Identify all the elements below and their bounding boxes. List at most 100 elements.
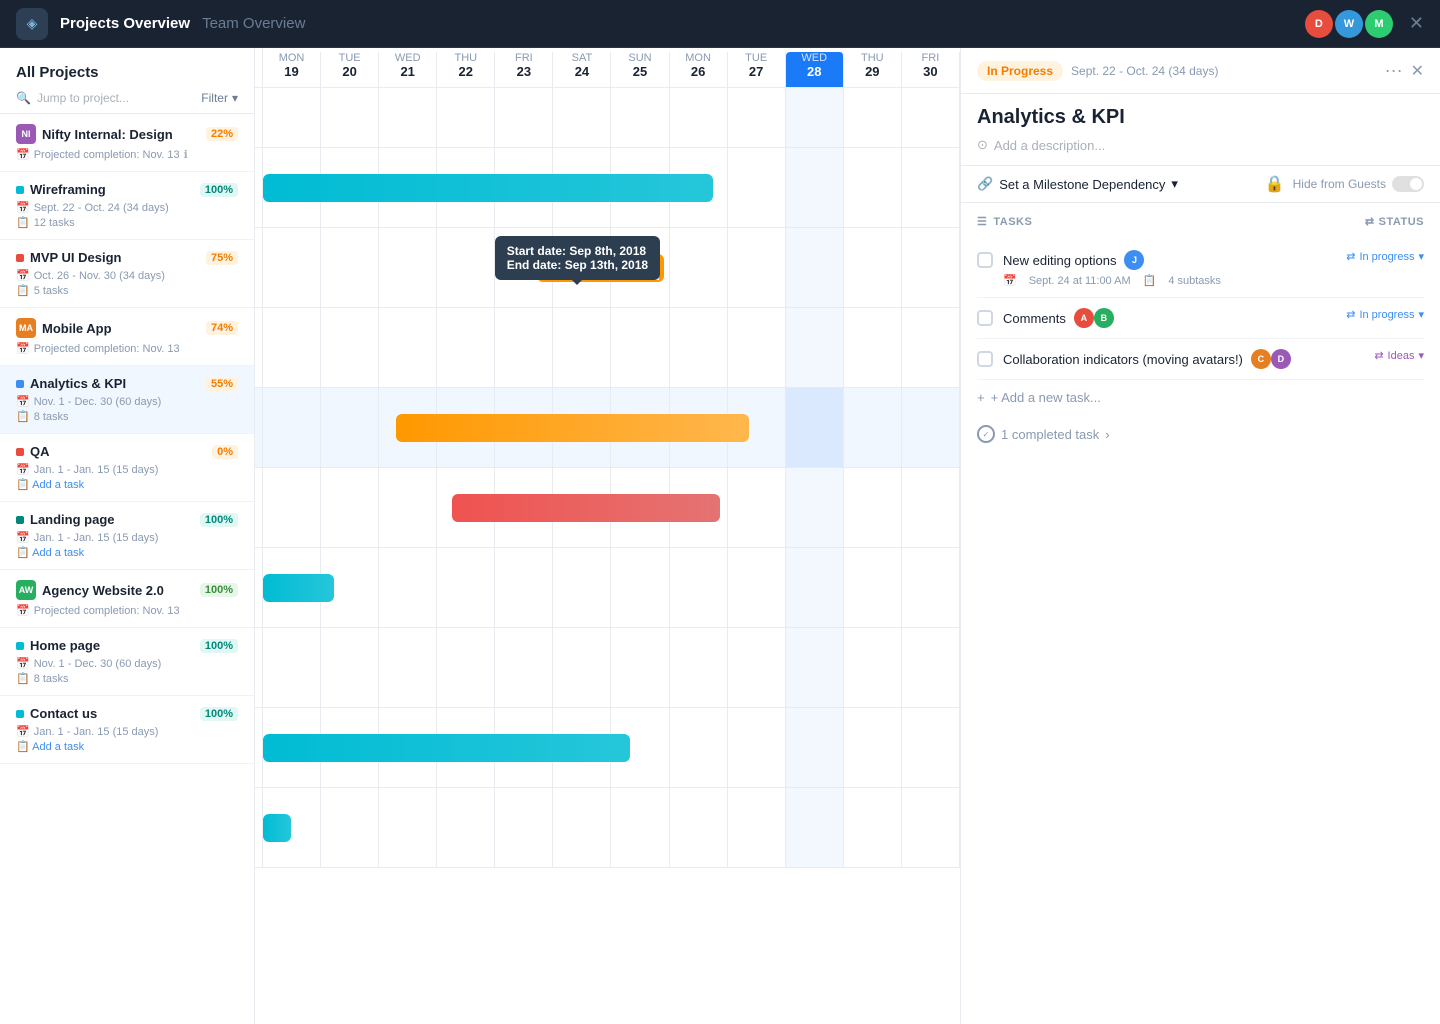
project-item-contact[interactable]: Contact us 100% 📅Jan. 1 - Jan. 15 (15 da… xyxy=(0,696,254,764)
project-badge xyxy=(16,254,24,262)
task-checkbox[interactable] xyxy=(977,310,993,326)
project-item-mobile[interactable]: MA Mobile App 74% 📅Projected completion:… xyxy=(0,308,254,366)
panel-description[interactable]: ⊙ Add a description... xyxy=(961,133,1440,165)
lock-icon: 🔒 xyxy=(1265,174,1285,194)
status-icon: ⇄ xyxy=(1365,215,1375,228)
project-item-landing[interactable]: Landing page 100% 📅Jan. 1 - Jan. 15 (15 … xyxy=(0,502,254,570)
tooltip-start-label: Start date: Sep 8th, 2018 xyxy=(507,244,648,258)
avatar-group: D W M xyxy=(1305,10,1393,38)
analytics-bar[interactable] xyxy=(396,414,749,442)
qa-bar[interactable] xyxy=(452,494,720,522)
project-meta: 📅Projected completion: Nov. 13 ℹ xyxy=(16,148,238,161)
projects-list: NI Nifty Internal: Design 22% 📅Projected… xyxy=(0,114,254,1024)
project-name: Agency Website 2.0 xyxy=(42,583,164,598)
project-pct: 75% xyxy=(206,251,238,265)
project-name: Landing page xyxy=(30,512,115,527)
gantt-row-homepage xyxy=(255,708,960,788)
panel-title: Analytics & KPI xyxy=(961,94,1440,133)
chevron-down-icon: ▾ xyxy=(1418,349,1424,362)
plus-icon: + xyxy=(977,390,985,405)
task-checkbox[interactable] xyxy=(977,351,993,367)
panel-close-icon[interactable]: ✕ xyxy=(1411,61,1424,81)
task-avatars: A B xyxy=(1074,308,1114,328)
project-tasks: 📋5 tasks xyxy=(16,284,238,297)
project-meta: 📅Jan. 1 - Jan. 15 (15 days) xyxy=(16,725,238,738)
app-logo: ◈ xyxy=(16,8,48,40)
hide-guests-toggle[interactable] xyxy=(1392,176,1424,192)
project-pct: 74% xyxy=(206,321,238,335)
sidebar-header: All Projects 🔍 Jump to project... Filter… xyxy=(0,48,254,114)
project-item-mvp[interactable]: MVP UI Design 75% 📅Oct. 26 - Nov. 30 (34… xyxy=(0,240,254,308)
project-name: Contact us xyxy=(30,706,97,721)
gantt-row-ni xyxy=(255,88,960,148)
avatar-m: M xyxy=(1365,10,1393,38)
panel-topbar-right: ··· ✕ xyxy=(1385,60,1424,81)
project-add-task[interactable]: 📋 Add a task xyxy=(16,740,238,753)
subtask-icon: 📋 xyxy=(1143,274,1157,287)
project-item-homepage[interactable]: Home page 100% 📅Nov. 1 - Dec. 30 (60 day… xyxy=(0,628,254,696)
project-add-task[interactable]: 📋 Add a task xyxy=(16,478,238,491)
project-item-agency[interactable]: AW Agency Website 2.0 100% 📅Projected co… xyxy=(0,570,254,628)
project-badge: NI xyxy=(16,124,36,144)
gantt-day-wed21: WED21 xyxy=(379,52,437,87)
homepage-bar[interactable] xyxy=(263,734,630,762)
gantt-day-thu29: THU29 xyxy=(844,52,902,87)
task-checkbox[interactable] xyxy=(977,252,993,268)
task-status-editing[interactable]: ⇄ In progress ▾ xyxy=(1346,250,1424,263)
project-meta: 📅Jan. 1 - Jan. 15 (15 days) xyxy=(16,531,238,544)
app-title: Projects Overview xyxy=(60,15,190,32)
status-badge[interactable]: In Progress xyxy=(977,61,1063,81)
wireframing-bar[interactable] xyxy=(263,174,713,202)
project-badge xyxy=(16,448,24,456)
milestone-dependency[interactable]: 🔗 Set a Milestone Dependency ▾ xyxy=(977,176,1178,192)
project-meta: 📅Nov. 1 - Dec. 30 (60 days) xyxy=(16,657,238,670)
project-search[interactable]: 🔍 Jump to project... xyxy=(16,91,129,105)
gantt-day-mon19: MON19 xyxy=(263,52,321,87)
gantt-row-mvp: Start date: Sep 8th, 2018 End date: Sep … xyxy=(255,228,960,308)
status-col-label: ⇄ STATUS xyxy=(1365,215,1424,228)
project-item-ni[interactable]: NI Nifty Internal: Design 22% 📅Projected… xyxy=(0,114,254,172)
chevron-down-icon: ▾ xyxy=(1418,250,1424,263)
topbar-left: ◈ Projects Overview Team Overview xyxy=(16,8,305,40)
panel-topbar-left: In Progress Sept. 22 - Oct. 24 (34 days) xyxy=(977,61,1218,81)
project-name: Nifty Internal: Design xyxy=(42,127,173,142)
project-pct: 100% xyxy=(200,183,238,197)
project-pct: 100% xyxy=(200,707,238,721)
project-item-qa[interactable]: QA 0% 📅Jan. 1 - Jan. 15 (15 days) 📋 Add … xyxy=(0,434,254,502)
chevron-down-icon: ▾ xyxy=(1418,308,1424,321)
hide-guests-label: Hide from Guests xyxy=(1293,176,1424,192)
project-meta: 📅Jan. 1 - Jan. 15 (15 days) xyxy=(16,463,238,476)
main-content: All Projects 🔍 Jump to project... Filter… xyxy=(0,48,1440,1024)
close-icon[interactable]: ✕ xyxy=(1409,13,1424,34)
avatar-d: D xyxy=(1305,10,1333,38)
landing-bar[interactable] xyxy=(263,574,334,602)
tasks-section: ☰ TASKS ⇄ STATUS New editing options J xyxy=(961,203,1440,465)
task-name: New editing options J xyxy=(1003,250,1336,270)
contact-bar[interactable] xyxy=(263,814,291,842)
task-avatar-a: A xyxy=(1074,308,1094,328)
gantt-header: MON19 TUE20 WED21 THU22 FRI23 SAT24 SUN2… xyxy=(255,48,960,88)
add-task-row[interactable]: + + Add a new task... xyxy=(977,380,1424,415)
project-badge xyxy=(16,516,24,524)
team-overview-link[interactable]: Team Overview xyxy=(202,15,305,32)
completed-task-row[interactable]: ✓ 1 completed task › xyxy=(977,415,1424,453)
task-avatar: J xyxy=(1124,250,1144,270)
filter-button[interactable]: Filter ▾ xyxy=(201,91,238,105)
project-pct: 22% xyxy=(206,127,238,141)
project-badge: MA xyxy=(16,318,36,338)
tooltip-end-value: Sep 13th, 2018 xyxy=(565,258,648,272)
task-status-collaboration[interactable]: ⇄ Ideas ▾ xyxy=(1374,349,1424,362)
gantt-day-tue20: TUE20 xyxy=(321,52,379,87)
project-item-wireframing[interactable]: Wireframing 100% 📅Sept. 22 - Oct. 24 (34… xyxy=(0,172,254,240)
project-badge: AW xyxy=(16,580,36,600)
chevron-down-icon: ▾ xyxy=(1171,176,1178,192)
more-options-icon[interactable]: ··· xyxy=(1385,60,1403,81)
tooltip-start-value: Sep 8th, 2018 xyxy=(569,244,646,258)
project-name: Analytics & KPI xyxy=(30,376,126,391)
project-add-task[interactable]: 📋 Add a task xyxy=(16,546,238,559)
task-avatars: C D xyxy=(1251,349,1291,369)
task-status-comments[interactable]: ⇄ In progress ▾ xyxy=(1346,308,1424,321)
gantt-day-fri30: FRI30 xyxy=(902,52,960,87)
project-item-analytics[interactable]: Analytics & KPI 55% 📅Nov. 1 - Dec. 30 (6… xyxy=(0,366,254,434)
gantt-day-mon26: MON26 xyxy=(670,52,728,87)
